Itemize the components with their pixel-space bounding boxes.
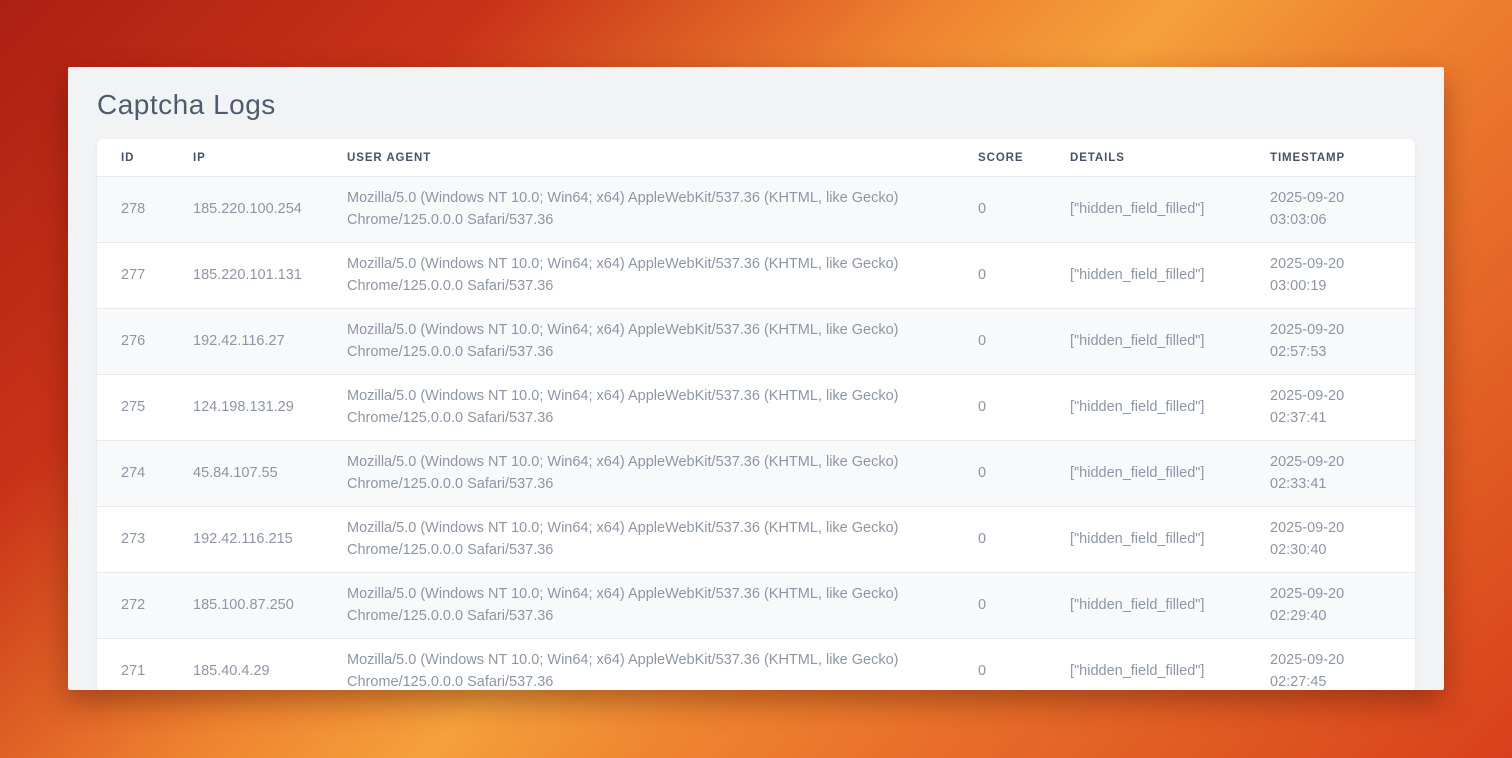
cell-details: ["hidden_field_filled"] <box>1070 375 1270 441</box>
column-header-ip: IP <box>193 139 347 177</box>
table-row: 272 185.100.87.250 Mozilla/5.0 (Windows … <box>97 573 1415 639</box>
cell-id: 272 <box>97 573 193 639</box>
cell-ip: 185.40.4.29 <box>193 639 347 691</box>
cell-score: 0 <box>978 375 1070 441</box>
captcha-logs-table: ID IP USER AGENT SCORE DETAILS TIMESTAMP… <box>97 139 1415 690</box>
cell-score: 0 <box>978 177 1070 243</box>
cell-user-agent: Mozilla/5.0 (Windows NT 10.0; Win64; x64… <box>347 375 978 441</box>
cell-timestamp: 2025-09-20 03:03:06 <box>1270 177 1415 243</box>
cell-user-agent: Mozilla/5.0 (Windows NT 10.0; Win64; x64… <box>347 177 978 243</box>
cell-timestamp: 2025-09-20 02:57:53 <box>1270 309 1415 375</box>
column-header-id: ID <box>97 139 193 177</box>
cell-details: ["hidden_field_filled"] <box>1070 573 1270 639</box>
cell-score: 0 <box>978 309 1070 375</box>
table-row: 276 192.42.116.27 Mozilla/5.0 (Windows N… <box>97 309 1415 375</box>
column-header-score: SCORE <box>978 139 1070 177</box>
cell-ip: 192.42.116.215 <box>193 507 347 573</box>
cell-score: 0 <box>978 573 1070 639</box>
cell-timestamp: 2025-09-20 02:27:45 <box>1270 639 1415 691</box>
cell-user-agent: Mozilla/5.0 (Windows NT 10.0; Win64; x64… <box>347 441 978 507</box>
cell-details: ["hidden_field_filled"] <box>1070 177 1270 243</box>
cell-details: ["hidden_field_filled"] <box>1070 507 1270 573</box>
page-background: { "page": { "title": "Captcha Logs" }, "… <box>0 0 1512 758</box>
cell-score: 0 <box>978 507 1070 573</box>
cell-ip: 45.84.107.55 <box>193 441 347 507</box>
cell-user-agent: Mozilla/5.0 (Windows NT 10.0; Win64; x64… <box>347 309 978 375</box>
table-row: 275 124.198.131.29 Mozilla/5.0 (Windows … <box>97 375 1415 441</box>
cell-ip: 185.220.100.254 <box>193 177 347 243</box>
cell-id: 276 <box>97 309 193 375</box>
cell-timestamp: 2025-09-20 02:30:40 <box>1270 507 1415 573</box>
page-title: Captcha Logs <box>97 83 1415 139</box>
captcha-logs-card: Captcha Logs ID IP USER AGENT SCORE DETA… <box>68 67 1444 690</box>
cell-user-agent: Mozilla/5.0 (Windows NT 10.0; Win64; x64… <box>347 573 978 639</box>
column-header-details: DETAILS <box>1070 139 1270 177</box>
cell-ip: 185.100.87.250 <box>193 573 347 639</box>
table-row: 278 185.220.100.254 Mozilla/5.0 (Windows… <box>97 177 1415 243</box>
cell-details: ["hidden_field_filled"] <box>1070 309 1270 375</box>
cell-id: 278 <box>97 177 193 243</box>
cell-id: 271 <box>97 639 193 691</box>
cell-score: 0 <box>978 243 1070 309</box>
cell-ip: 192.42.116.27 <box>193 309 347 375</box>
table-body: 278 185.220.100.254 Mozilla/5.0 (Windows… <box>97 177 1415 691</box>
cell-score: 0 <box>978 639 1070 691</box>
table-row: 274 45.84.107.55 Mozilla/5.0 (Windows NT… <box>97 441 1415 507</box>
cell-user-agent: Mozilla/5.0 (Windows NT 10.0; Win64; x64… <box>347 639 978 691</box>
cell-ip: 185.220.101.131 <box>193 243 347 309</box>
captcha-logs-table-container: ID IP USER AGENT SCORE DETAILS TIMESTAMP… <box>97 139 1415 690</box>
cell-id: 275 <box>97 375 193 441</box>
cell-timestamp: 2025-09-20 02:33:41 <box>1270 441 1415 507</box>
cell-user-agent: Mozilla/5.0 (Windows NT 10.0; Win64; x64… <box>347 243 978 309</box>
table-row: 271 185.40.4.29 Mozilla/5.0 (Windows NT … <box>97 639 1415 691</box>
cell-details: ["hidden_field_filled"] <box>1070 243 1270 309</box>
table-row: 277 185.220.101.131 Mozilla/5.0 (Windows… <box>97 243 1415 309</box>
cell-user-agent: Mozilla/5.0 (Windows NT 10.0; Win64; x64… <box>347 507 978 573</box>
cell-timestamp: 2025-09-20 03:00:19 <box>1270 243 1415 309</box>
cell-timestamp: 2025-09-20 02:29:40 <box>1270 573 1415 639</box>
cell-id: 273 <box>97 507 193 573</box>
cell-score: 0 <box>978 441 1070 507</box>
cell-id: 274 <box>97 441 193 507</box>
table-header: ID IP USER AGENT SCORE DETAILS TIMESTAMP <box>97 139 1415 177</box>
cell-details: ["hidden_field_filled"] <box>1070 639 1270 691</box>
cell-timestamp: 2025-09-20 02:37:41 <box>1270 375 1415 441</box>
table-header-row: ID IP USER AGENT SCORE DETAILS TIMESTAMP <box>97 139 1415 177</box>
cell-ip: 124.198.131.29 <box>193 375 347 441</box>
column-header-timestamp: TIMESTAMP <box>1270 139 1415 177</box>
cell-details: ["hidden_field_filled"] <box>1070 441 1270 507</box>
table-row: 273 192.42.116.215 Mozilla/5.0 (Windows … <box>97 507 1415 573</box>
cell-id: 277 <box>97 243 193 309</box>
column-header-user-agent: USER AGENT <box>347 139 978 177</box>
